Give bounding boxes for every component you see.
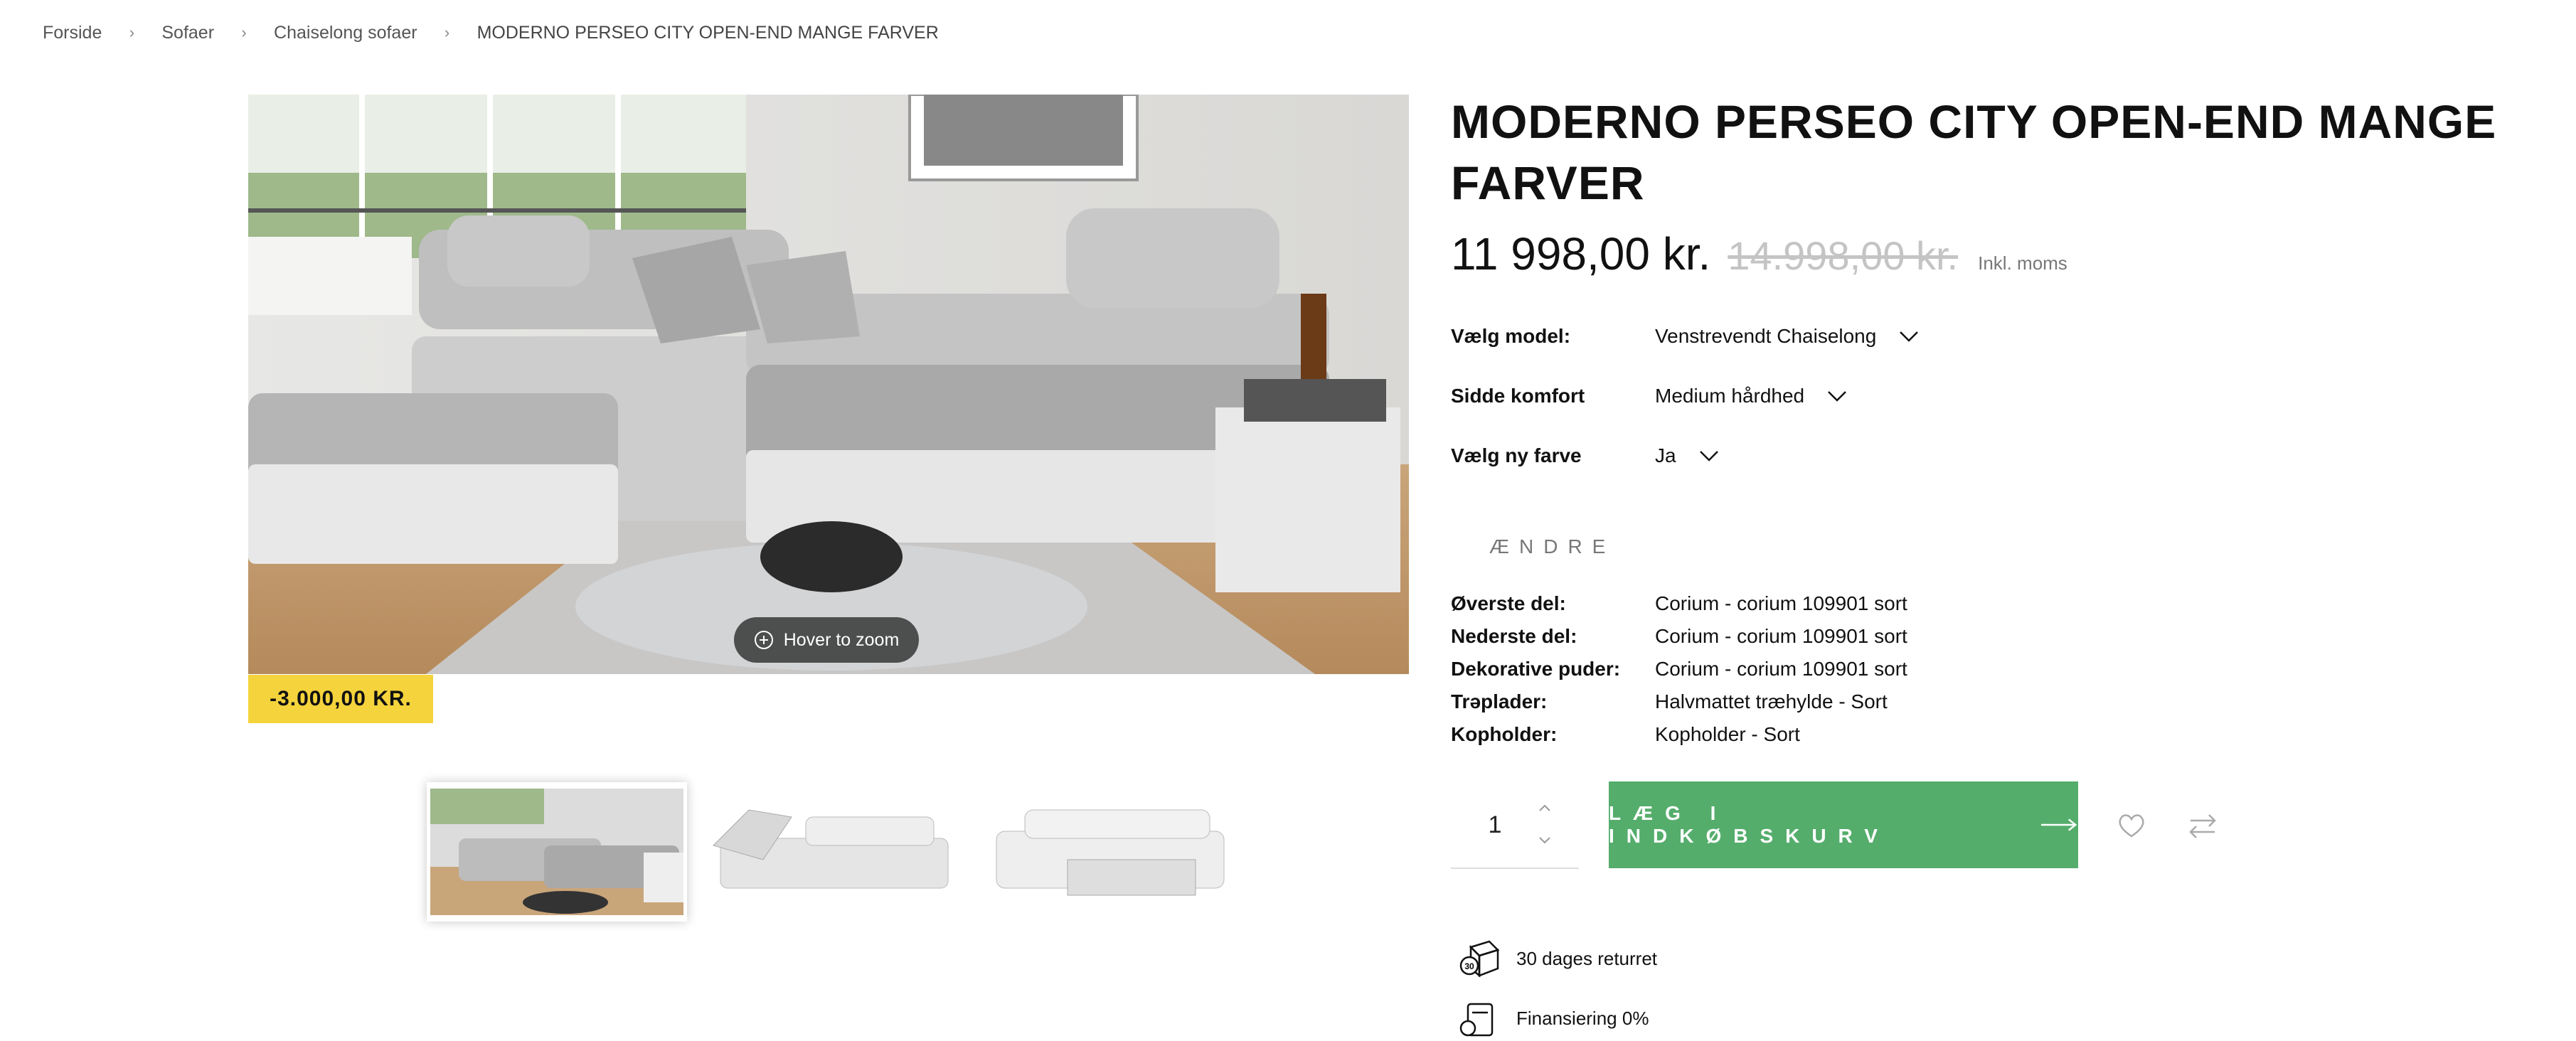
option-color: Vælg ny farve Ja [1451,438,1719,474]
thumbnail-sofa-storage-image [706,789,959,915]
compare-arrows-icon [2189,814,2216,838]
breadcrumb-link-chaiselong[interactable]: Chaiselong sofaer [274,23,417,43]
heart-icon [2119,814,2144,838]
zoom-label: Hover to zoom [783,629,900,650]
perk-label: Finansiering 0% [1516,1007,1649,1029]
option-select-model[interactable]: Venstrevendt Chaiselong [1655,325,1919,348]
spec-table: Øverste del: Corium - corium 109901 sort… [1451,587,1907,751]
thumbnail-strip [427,782,1239,922]
thumbnail-sofa-image [430,789,683,915]
price-current: 11 998,00 kr. [1451,228,1711,279]
option-label: Vælg model: [1451,325,1571,347]
main-product-image[interactable]: Hover to zoom [248,95,1409,674]
breadcrumb-separator: › [129,23,135,41]
option-label: Vælg ny farve [1451,444,1582,466]
hover-to-zoom-hint: Hover to zoom [734,617,919,663]
breadcrumb: Forside › Sofaer › Chaiselong sofaer › M… [43,17,939,48]
spec-value: Kopholder - Sort [1655,723,1800,745]
option-value: Medium hårdhed [1655,385,1805,407]
option-comfort: Sidde komfort Medium hårdhed [1451,378,1847,414]
arrow-right-icon [2040,818,2077,831]
perk-label: 30 dages returret [1516,947,1658,969]
return-box-icon: 30 [1459,940,1500,978]
chevron-down-icon [1900,331,1919,342]
add-to-cart-button[interactable]: LÆG I INDKØBSKURV [1609,781,2078,868]
thumbnail-sofa-bed-image [982,789,1235,915]
product-title: MODERNO PERSEO CITY OPEN-END MANGE FARVE… [1451,95,2497,209]
chevron-down-icon [1828,391,1847,402]
spec-row: Kopholder: Kopholder - Sort [1451,718,1907,751]
chevron-down-icon [1699,451,1718,461]
option-select-comfort[interactable]: Medium hårdhed [1655,385,1847,407]
spec-key: Trəplader: [1451,690,1548,712]
quantity-stepper [1451,781,1579,869]
discount-badge: -3.000,00 KR. [248,675,433,723]
spec-value: Corium - corium 109901 sort [1655,592,1907,614]
price-vat-note: Inkl. moms [1978,252,2067,274]
change-button[interactable]: ÆNDRE [1451,526,1654,567]
option-label: Sidde komfort [1451,385,1585,407]
perk-financing: Finansiering 0% [1458,995,1649,1041]
option-model: Vælg model: Venstrevendt Chaiselong [1451,319,1919,354]
price-row: 11 998,00 kr. 14.998,00 kr. Inkl. moms [1451,228,2067,296]
chevron-down-icon [1539,837,1550,844]
option-select-color[interactable]: Ja [1655,444,1719,467]
quantity-increase-button[interactable] [1531,796,1559,819]
breadcrumb-current: MODERNO PERSEO CITY OPEN-END MANGE FARVE… [477,22,939,43]
spec-row: Nederste del: Corium - corium 109901 sor… [1451,620,1907,653]
sofa-photo [248,95,1409,674]
zoom-plus-icon [754,631,773,649]
spec-key: Kopholder: [1451,723,1558,745]
compare-button[interactable] [2186,809,2219,842]
spec-value: Corium - corium 109901 sort [1655,658,1907,680]
spec-key: Nederste del: [1451,625,1577,647]
quantity-input[interactable] [1451,781,1539,869]
spec-row: Øverste del: Corium - corium 109901 sort [1451,587,1907,620]
financing-icon [1459,1003,1494,1037]
thumbnail-1[interactable] [427,782,687,922]
chevron-up-icon [1539,804,1550,811]
quantity-decrease-button[interactable] [1531,829,1559,852]
spec-value: Corium - corium 109901 sort [1655,625,1907,647]
wishlist-button[interactable] [2115,809,2148,842]
spec-row: Dekorative puder: Corium - corium 109901… [1451,653,1907,685]
perk-returns: 30 30 dages returret [1458,936,1657,981]
breadcrumb-link-sofas[interactable]: Sofaer [161,23,214,43]
spec-row: Trəplader: Halvmattet træhylde - Sort [1451,685,1907,718]
spec-key: Øverste del: [1451,592,1566,614]
price-old: 14.998,00 kr. [1728,233,1959,278]
option-value: Ja [1655,444,1676,466]
add-to-cart-label: LÆG I INDKØBSKURV [1609,802,1890,847]
breadcrumb-separator: › [241,23,247,41]
breadcrumb-link-home[interactable]: Forside [43,23,102,43]
thumbnail-2[interactable] [703,782,963,922]
spec-value: Halvmattet træhylde - Sort [1655,690,1888,712]
spec-key: Dekorative puder: [1451,658,1621,680]
breadcrumb-separator: › [444,23,450,41]
option-value: Venstrevendt Chaiselong [1655,325,1877,347]
svg-text:30: 30 [1464,961,1474,971]
thumbnail-3[interactable] [979,782,1239,922]
